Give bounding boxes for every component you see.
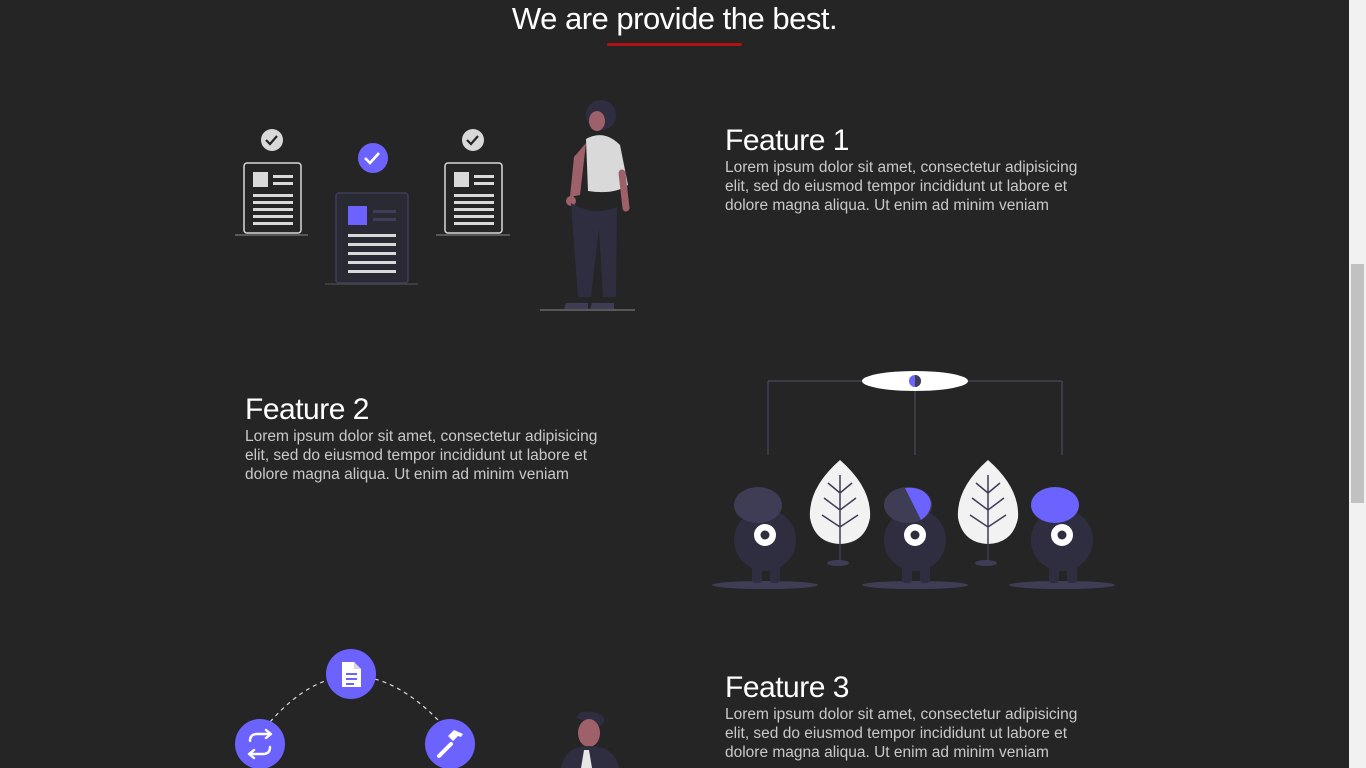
person-bust (561, 711, 619, 768)
workflow-cycle-person-illustration (235, 649, 619, 768)
feature-2: Feature 2 Lorem ipsum dolor sit amet, co… (245, 393, 625, 484)
vertical-scrollbar[interactable] (1349, 0, 1366, 768)
documents-checklist-person-illustration (235, 100, 635, 311)
feature-3-description: Lorem ipsum dolor sit amet, consectetur … (725, 706, 1078, 761)
feature-2-description: Lorem ipsum dolor sit amet, consectetur … (245, 428, 598, 483)
hierarchy-creatures-trees-illustration (712, 371, 1115, 589)
document-card-right (436, 129, 510, 236)
title-underline (607, 43, 742, 46)
document-icon (326, 649, 376, 699)
section-title: We are provide the best. (511, 1, 838, 36)
check-icon (261, 129, 283, 151)
repeat-icon (235, 719, 285, 768)
hammer-icon (425, 719, 475, 768)
hierarchy-lines (767, 380, 1063, 455)
scrollbar-thumb[interactable] (1351, 264, 1364, 503)
creature-left (712, 487, 818, 589)
feature-1-description: Lorem ipsum dolor sit amet, consectetur … (725, 159, 1078, 214)
document-card-left (235, 129, 308, 236)
tree-left (809, 460, 871, 566)
standing-person (540, 100, 635, 311)
tree-right (957, 460, 1019, 566)
check-icon (462, 129, 484, 151)
features-page: We are provide the best. Feature 1 Lorem… (0, 0, 1349, 768)
document-card-center (325, 143, 418, 285)
feature-2-title: Feature 2 (245, 393, 369, 426)
feature-1: Feature 1 Lorem ipsum dolor sit amet, co… (725, 124, 1105, 215)
feature-3-title: Feature 3 (725, 671, 849, 704)
creature-right (1009, 487, 1115, 589)
feature-1-title: Feature 1 (725, 124, 849, 157)
feature-3: Feature 3 Lorem ipsum dolor sit amet, co… (725, 671, 1105, 762)
creature-center (862, 487, 968, 589)
